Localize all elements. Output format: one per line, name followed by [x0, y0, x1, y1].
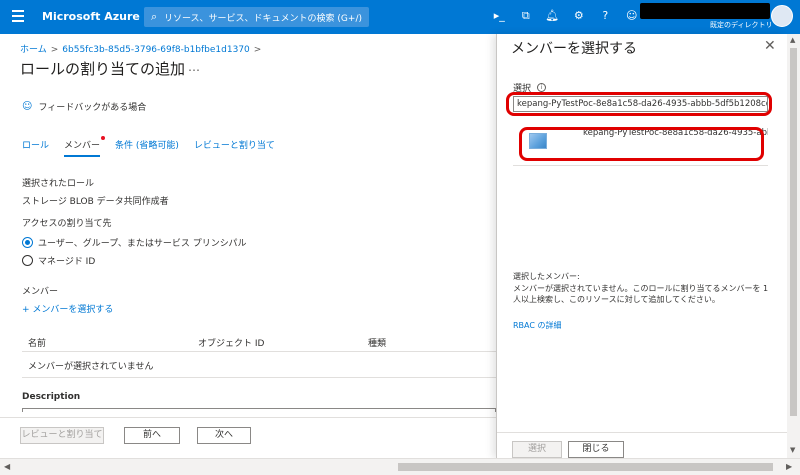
vertical-scroll-thumb[interactable] [790, 48, 797, 416]
help-icon[interactable]: ? [592, 9, 619, 23]
tab-conditions[interactable]: 条件 (省略可能) [115, 138, 179, 157]
horizontal-scrollbar[interactable]: ◀ ▶ [0, 458, 800, 475]
previous-button[interactable]: 前へ [124, 427, 180, 444]
radio-managed-identity[interactable]: マネージド ID [22, 254, 95, 267]
tab-members[interactable]: メンバー [64, 136, 106, 157]
select-members-link[interactable]: + メンバーを選択する [22, 302, 113, 315]
panel-footer: 選択 閉じる [497, 432, 787, 458]
radio-user-group-sp-label: ユーザー、グループ、またはサービス プリンシパル [38, 239, 247, 249]
directory-filter-icon[interactable]: ⧉ [513, 9, 540, 23]
description-field[interactable] [22, 408, 496, 412]
selected-members-note: メンバーが選択されていません。このロールに割り当てるメンバーを 1 人以上検索し… [513, 284, 769, 304]
top-bar: Microsoft Azure ⌕ リソース、サービス、ドキュメントの検索 (G… [0, 0, 800, 34]
breadcrumb-chevron-icon: > [50, 45, 59, 55]
cloud-shell-icon[interactable]: ▸_ [486, 9, 513, 23]
tab-review-assign[interactable]: レビューと割り当て [194, 138, 275, 157]
add-role-assignment-blade: ホーム >6b55fc3b-85d5-3796-69f8-b1bfbe1d1370… [0, 34, 496, 475]
highlight-ring-input [506, 92, 772, 116]
more-options-icon[interactable]: … [188, 60, 200, 74]
radio-user-group-sp[interactable]: ユーザー、グループ、またはサービス プリンシパル [22, 236, 247, 249]
selected-members-label: 選択したメンバー: [513, 272, 580, 281]
review-assign-button[interactable]: レビューと割り当て [20, 427, 104, 444]
scroll-up-icon[interactable]: ▲ [790, 36, 795, 44]
feedback-icon: ☺ [22, 101, 33, 112]
blade-footer: レビューと割り当て 前へ 次へ [0, 417, 496, 457]
select-members-panel: メンバーを選択する ✕ 選択 i kepang-PyTestPoc-8e8a1c… [496, 34, 787, 458]
feedback-label: フィードバックがある場合 [38, 103, 147, 113]
scroll-left-icon[interactable]: ◀ [4, 462, 10, 471]
tab-members-label: メンバー [64, 141, 101, 151]
hamburger-menu-icon[interactable] [12, 10, 24, 22]
breadcrumb-resource[interactable]: 6b55fc3b-85d5-3796-69f8-b1bfbe1d1370 [62, 45, 250, 55]
description-label: Description [22, 392, 81, 402]
portal-brand[interactable]: Microsoft Azure [42, 10, 140, 23]
close-icon[interactable]: ✕ [764, 38, 776, 54]
select-button[interactable]: 選択 [512, 441, 562, 458]
members-empty-row: メンバーが選択されていません [22, 352, 496, 378]
scroll-down-icon[interactable]: ▼ [790, 446, 795, 454]
top-bar-icons: ▸_ ⧉ 🔔︎ ⚙ ? ☺ [486, 9, 645, 23]
radio-unchecked-icon [22, 255, 33, 266]
close-button[interactable]: 閉じる [568, 441, 624, 458]
column-name: 名前 [28, 339, 47, 349]
horizontal-scroll-thumb[interactable] [398, 463, 773, 471]
members-table-header: 名前 オブジェクト ID 種類 [22, 332, 496, 352]
avatar[interactable] [771, 5, 793, 27]
assign-access-label: アクセスの割り当て先 [22, 219, 112, 229]
notifications-icon[interactable]: 🔔︎ [539, 9, 566, 23]
highlight-ring-result [519, 127, 764, 161]
breadcrumb-home[interactable]: ホーム [20, 45, 47, 55]
members-label: メンバー [22, 287, 59, 297]
radio-checked-icon [22, 237, 33, 248]
column-type: 種類 [368, 339, 387, 349]
selected-role-label: 選択されたロール [22, 179, 95, 189]
next-button[interactable]: 次へ [197, 427, 251, 444]
directory-label: 既定のディレクトリ [710, 21, 773, 29]
breadcrumb-chevron-icon: > [253, 45, 262, 55]
search-placeholder: リソース、サービス、ドキュメントの検索 (G+/) [164, 14, 362, 24]
breadcrumb: ホーム >6b55fc3b-85d5-3796-69f8-b1bfbe1d1370… [20, 42, 265, 55]
info-icon[interactable]: i [537, 83, 547, 92]
feedback-link[interactable]: ☺ フィードバックがある場合 [22, 100, 146, 113]
selected-role-value: ストレージ BLOB データ共同作成者 [22, 197, 169, 207]
settings-icon[interactable]: ⚙ [566, 9, 593, 23]
search-icon: ⌕ [151, 10, 158, 23]
scroll-right-icon[interactable]: ▶ [786, 462, 792, 471]
account-name-redacted[interactable] [640, 3, 770, 19]
rbac-learn-more-link[interactable]: RBAC の詳細 [513, 320, 562, 331]
global-search[interactable]: ⌕ リソース、サービス、ドキュメントの検索 (G+/) [144, 7, 369, 27]
page-title: ロールの割り当ての追加 [20, 60, 186, 78]
required-dot-icon [101, 136, 106, 140]
result-divider [513, 165, 768, 166]
radio-managed-identity-label: マネージド ID [38, 257, 96, 267]
tab-role[interactable]: ロール [22, 138, 49, 157]
vertical-scrollbar[interactable]: ▲ ▼ [787, 34, 800, 458]
column-object-id: オブジェクト ID [198, 339, 265, 349]
tab-bar: ロール メンバー 条件 (省略可能) レビューと割り当て [22, 136, 290, 157]
panel-title: メンバーを選択する [511, 41, 637, 57]
